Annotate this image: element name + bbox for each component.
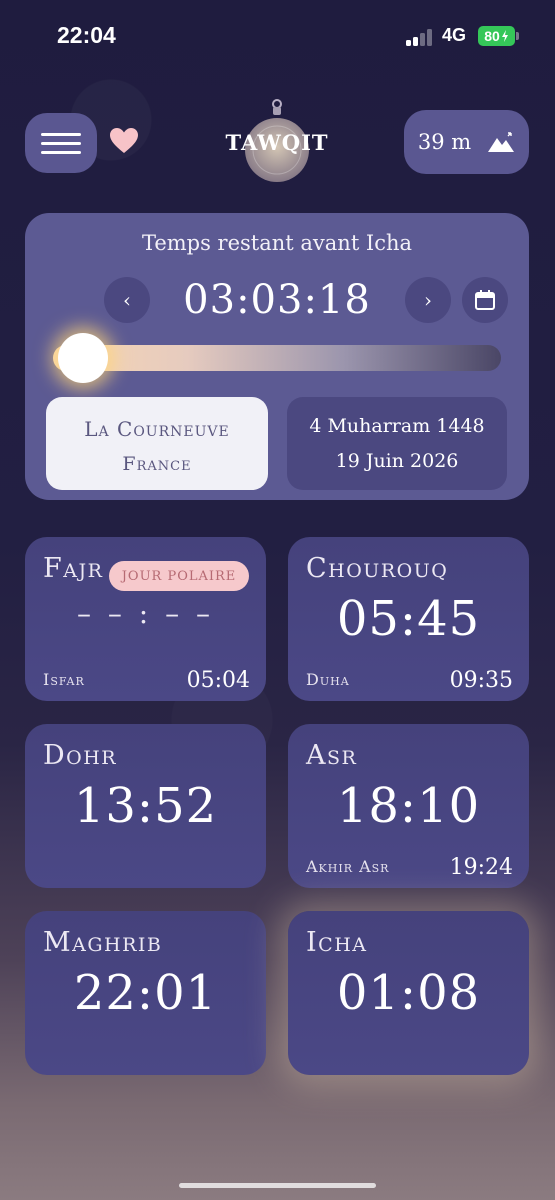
calendar-icon — [475, 290, 495, 310]
network-type: 4G — [442, 25, 467, 45]
prayer-name: Dohr — [43, 740, 118, 771]
chevron-right-icon: › — [424, 288, 432, 312]
menu-icon-line — [41, 141, 81, 145]
prayer-name: Icha — [306, 927, 368, 958]
hijri-date: 4 Muharram 1448 — [309, 415, 485, 437]
prayer-card-dohr[interactable]: Dohr 13:52 — [25, 724, 266, 888]
status-bar: 22:04 4G 80 — [0, 0, 555, 75]
prayer-sub-time: 05:04 — [186, 668, 250, 693]
prayer-time: 18:10 — [336, 778, 481, 834]
mountain-icon — [488, 132, 515, 152]
gregorian-date: 19 Juin 2026 — [335, 450, 459, 472]
prayer-time: 05:45 — [336, 591, 481, 647]
prayer-time-placeholder: – – : – – — [76, 597, 215, 630]
altitude-button[interactable]: 39 m — [404, 110, 529, 174]
battery-icon: 80 — [478, 26, 515, 46]
prayer-card-fajr[interactable]: Fajr JOUR POLAIRE – – : – – Isfar 05:04 — [25, 537, 266, 701]
battery-level: 80 — [484, 28, 500, 44]
prayer-name: Maghrib — [43, 927, 163, 958]
prayer-time: 01:08 — [336, 965, 481, 1021]
heart-icon[interactable] — [108, 125, 140, 157]
location-city: La Courneuve — [84, 417, 230, 441]
prayer-sub-label: Duha — [306, 670, 350, 689]
countdown-time: 03:03:18 — [183, 277, 371, 323]
prayer-card-maghrib[interactable]: Maghrib 22:01 — [25, 911, 266, 1075]
location-country: France — [122, 453, 192, 475]
prayer-sub-label: Akhir Asr — [306, 857, 390, 876]
prayer-card-asr[interactable]: Asr 18:10 Akhir Asr 19:24 — [288, 724, 529, 888]
menu-button[interactable] — [25, 113, 97, 173]
menu-icon-line — [41, 150, 81, 154]
prayer-sub-time: 09:35 — [449, 668, 513, 693]
sun-progress-knob — [57, 333, 108, 383]
prayer-card-chourouq[interactable]: Chourouq 05:45 Duha 09:35 — [288, 537, 529, 701]
home-indicator[interactable] — [179, 1183, 376, 1188]
countdown-title: Temps restant avant Icha — [141, 231, 413, 255]
calendar-button[interactable] — [462, 277, 508, 323]
prayer-time: 22:01 — [73, 965, 218, 1021]
prayer-name: Fajr — [43, 553, 104, 584]
time-progress-bar — [53, 345, 501, 371]
menu-icon-line — [41, 132, 81, 136]
prayer-time: 13:52 — [73, 778, 218, 834]
signal-icon — [406, 29, 434, 46]
countdown-card: Temps restant avant Icha ‹ 03:03:18 › La… — [25, 213, 529, 500]
prayer-sub-label: Isfar — [43, 670, 85, 689]
battery-tip — [516, 32, 519, 40]
date-box[interactable]: 4 Muharram 1448 19 Juin 2026 — [287, 397, 507, 490]
app-logo: TAWQIT — [225, 98, 329, 186]
prayer-name: Asr — [306, 740, 358, 771]
next-day-button[interactable]: › — [405, 277, 451, 323]
prayer-name: Chourouq — [306, 553, 449, 584]
status-time: 22:04 — [57, 22, 116, 48]
prayer-sub-time: 19:24 — [449, 855, 513, 880]
prayer-card-icha[interactable]: Icha 01:08 — [288, 911, 529, 1075]
polar-day-badge: JOUR POLAIRE — [109, 561, 249, 591]
altitude-value: 39 m — [417, 130, 472, 154]
logo-text: TAWQIT — [225, 130, 329, 155]
location-button[interactable]: La Courneuve France — [46, 397, 268, 490]
